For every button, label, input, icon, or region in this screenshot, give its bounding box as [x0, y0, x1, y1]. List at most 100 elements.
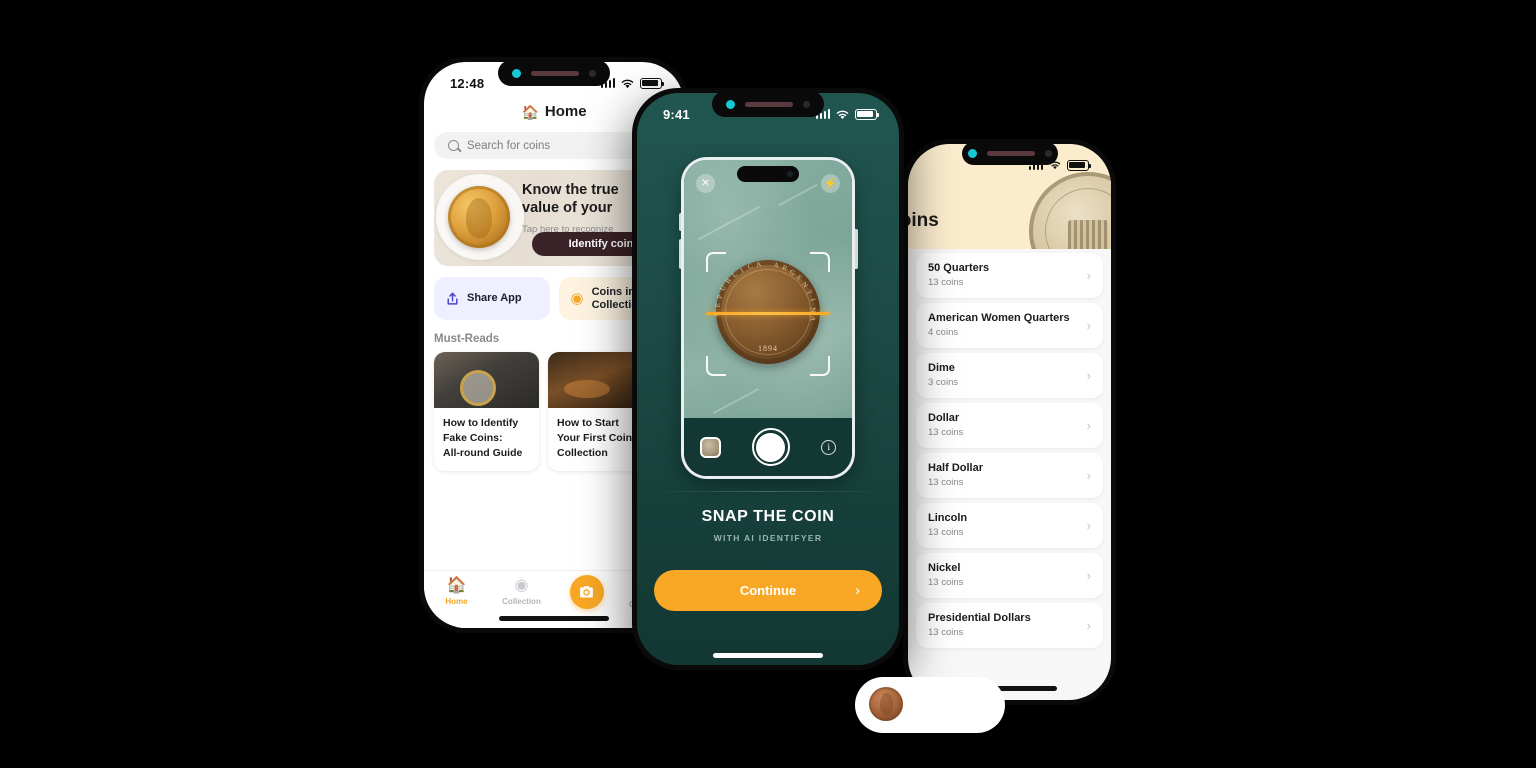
article-title-line2: Your First Coin: [557, 431, 633, 444]
list-item-count: 13 coins: [928, 477, 964, 488]
sensor-icon: [803, 100, 810, 108]
chevron-right-icon: ›: [1086, 417, 1091, 433]
list-item-name: 50 Quarters: [928, 262, 990, 274]
flash-icon[interactable]: ⚡: [821, 174, 840, 193]
home-indicator: [499, 616, 609, 621]
inner-screen: ✕ ⚡ REPUBLICA ARGENTINA 1894: [684, 160, 852, 476]
power-button[interactable]: [855, 229, 858, 269]
list-item[interactable]: 50 Quarters 13 coins ›: [916, 253, 1103, 298]
continue-label: Continue: [739, 583, 797, 598]
tab-camera[interactable]: [554, 575, 619, 612]
list-item-count: 3 coins: [928, 377, 959, 388]
list-item[interactable]: Lincoln 13 coins ›: [916, 503, 1103, 548]
info-icon[interactable]: i: [821, 439, 837, 455]
chevron-right-icon: ›: [855, 582, 860, 599]
list-item[interactable]: Dollar 13 coins ›: [916, 403, 1103, 448]
chevron-right-icon: ›: [1086, 517, 1091, 533]
list-item[interactable]: American Women Quarters 4 coins ›: [916, 303, 1103, 348]
list-item-name: Half Dollar: [928, 462, 984, 474]
gallery-thumbnail-button[interactable]: [699, 436, 721, 458]
collection-list[interactable]: 50 Quarters 13 coins › American Women Qu…: [908, 249, 1111, 700]
bottom-overlay-card: [855, 677, 1005, 733]
wifi-icon: [621, 79, 634, 88]
notch: [961, 142, 1058, 165]
inner-device-mockup: ✕ ⚡ REPUBLICA ARGENTINA 1894: [678, 157, 858, 479]
collection-page-title: Coins: [908, 210, 939, 231]
share-app-button[interactable]: Share App: [434, 277, 550, 320]
battery-icon: [1067, 159, 1091, 171]
coins-label-line1: Coins in: [591, 285, 635, 298]
list-item-name: Nickel: [928, 562, 961, 574]
sensor-icon: [589, 69, 596, 77]
tab-home-label: Home: [445, 597, 468, 606]
article-title-line3: All-round Guide: [443, 446, 523, 459]
chevron-right-icon: ›: [1086, 467, 1091, 483]
list-item-count: 4 coins: [928, 327, 959, 338]
notch: [712, 91, 824, 117]
list-item[interactable]: Presidential Dollars 13 coins ›: [916, 603, 1103, 648]
list-item-name: Dollar: [928, 412, 960, 424]
home-icon: 🏠: [521, 103, 539, 120]
list-item-count: 13 coins: [928, 627, 964, 638]
sensor-icon: [1044, 150, 1052, 157]
lincoln-coin-image: [869, 687, 903, 721]
article-card[interactable]: How to Identify Fake Coins: All-round Gu…: [434, 352, 539, 471]
status-time: 9:41: [663, 106, 690, 122]
search-placeholder: Search for coins: [467, 139, 551, 152]
snap-heading: SNAP THE COIN: [701, 508, 835, 525]
share-app-label: Share App: [467, 292, 522, 305]
right-screen: 9:41 Coins 50 Quarters 13 coins: [908, 144, 1111, 700]
battery-icon: [640, 77, 664, 89]
chevron-right-icon: ›: [1086, 367, 1091, 383]
camera-icon[interactable]: [569, 575, 604, 609]
list-item-name: Presidential Dollars: [928, 612, 1031, 624]
chevron-right-icon: ›: [1086, 617, 1091, 633]
article-title: How to Identify Fake Coins: All-round Gu…: [434, 408, 539, 471]
speaker-grille: [986, 151, 1035, 156]
list-item[interactable]: Dime 3 coins ›: [916, 353, 1103, 398]
list-item-name: American Women Quarters: [928, 312, 1070, 324]
chevron-right-icon: ›: [1086, 567, 1091, 583]
article-thumbnail: [434, 352, 539, 408]
shield-icon: [1068, 220, 1108, 249]
list-item[interactable]: Half Dollar 13 coins ›: [916, 453, 1103, 498]
close-icon[interactable]: ✕: [696, 174, 715, 193]
list-item-name: Dime: [928, 362, 955, 374]
list-item-name: Lincoln: [928, 512, 968, 524]
status-time: 12:48: [450, 75, 485, 91]
front-camera-icon: [726, 99, 735, 109]
status-indicators: [815, 108, 879, 120]
snap-subheading: WITH AI IDENTIFYER: [713, 533, 823, 543]
divider: [655, 491, 881, 492]
phone-center-camera-screen: 9:41 ✕ ⚡ E P U B L I C A A R G E N T I N…: [632, 88, 904, 670]
chevron-right-icon: ›: [1086, 267, 1091, 283]
coin-icon: ◉: [570, 290, 584, 307]
dynamic-island: [737, 166, 799, 182]
share-icon: [446, 292, 459, 306]
article-title-line1: How to Identify: [443, 417, 519, 429]
tab-home[interactable]: 🏠 Home: [424, 578, 489, 607]
list-item-count: 13 coins: [928, 277, 964, 288]
list-item-count: 13 coins: [928, 527, 964, 538]
status-indicators: [600, 77, 664, 89]
article-title-line1: How to Start: [557, 417, 619, 429]
battery-icon: [855, 108, 879, 120]
scan-line: [706, 312, 830, 315]
list-item-count: 13 coins: [928, 427, 964, 438]
shutter-button[interactable]: [751, 428, 790, 466]
home-indicator: [713, 653, 823, 658]
article-title-line2: Fake Coins:: [443, 431, 503, 444]
tab-collection[interactable]: ◉ Collection: [489, 577, 554, 607]
speaker-grille: [531, 70, 579, 76]
coin-icon: ◉: [514, 577, 529, 594]
chevron-right-icon: ›: [1086, 317, 1091, 333]
tab-collection-label: Collection: [502, 597, 541, 606]
page-title-label: Home: [544, 103, 587, 120]
list-item[interactable]: Nickel 13 coins ›: [916, 553, 1103, 598]
center-screen: 9:41 ✕ ⚡ E P U B L I C A A R G E N T I N…: [637, 93, 899, 665]
continue-button[interactable]: Continue ›: [654, 570, 882, 611]
header-coin-image: [1029, 172, 1111, 249]
front-camera-icon: [512, 68, 521, 78]
speaker-grille: [745, 101, 793, 107]
hero-coin-image: [448, 186, 510, 248]
